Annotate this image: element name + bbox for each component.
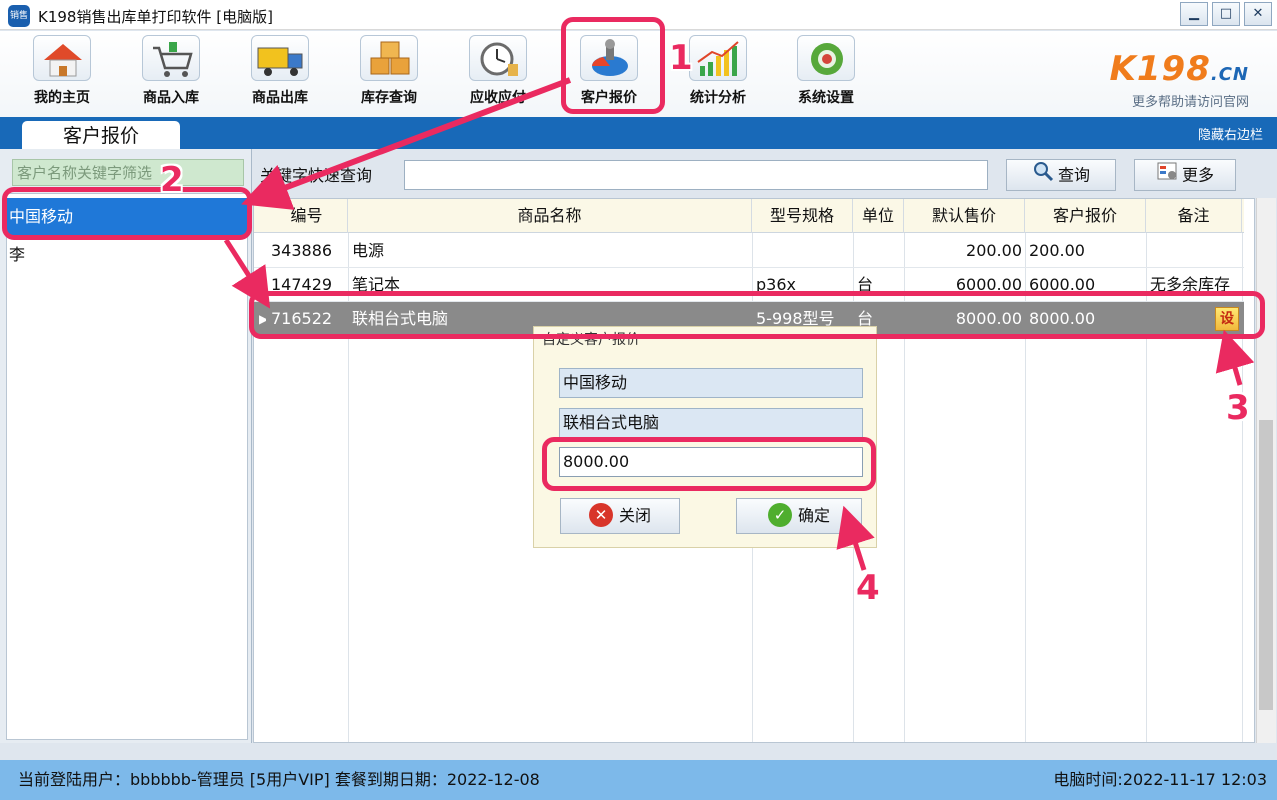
toolbar-home[interactable]: 我的主页 [16, 35, 108, 111]
toolbar-stock-out-label: 商品出库 [252, 90, 308, 106]
customer-filter-input[interactable]: 客户名称关键字筛选 [12, 159, 244, 186]
toolbar-stock-out[interactable]: 商品出库 [234, 35, 326, 111]
customer-panel: 客户名称关键字筛选 中国移动 李 [0, 149, 252, 743]
brand-block: K198.CN 更多帮助请访问官网 [1110, 49, 1249, 110]
column-header[interactable]: 默认售价 [904, 199, 1025, 233]
dialog-product-field: 联相台式电脑 [559, 408, 863, 438]
table-header: 编号 商品名称 型号规格 单位 默认售价 客户报价 备注 [254, 199, 1244, 233]
table-scrollbar-thumb[interactable] [1259, 420, 1273, 710]
more-button[interactable]: 更多 [1134, 159, 1236, 191]
check-icon: ✓ [767, 503, 792, 527]
toolbar-customer-quote-label: 客户报价 [581, 90, 637, 106]
close-icon: ✕ [588, 503, 613, 527]
customer-list: 中国移动 李 [6, 193, 248, 740]
toolbar-inventory[interactable]: 库存查询 [343, 35, 435, 111]
window-title: K198销售出库单打印软件 [电脑版] [38, 8, 273, 26]
search-label: 关键字快速查询 [260, 166, 373, 185]
hide-sidebar-link[interactable]: 隐藏右边栏 [1198, 124, 1263, 143]
app-logo-icon: 销售 [8, 5, 30, 27]
set-price-button[interactable]: 设 [1215, 307, 1239, 331]
search-icon [1032, 160, 1054, 192]
bar-chart-icon [689, 35, 747, 81]
dialog-title: 自定义客户报价 [542, 332, 640, 348]
maximize-button[interactable]: □ [1212, 2, 1240, 26]
row-pointer-icon: ▶ [256, 302, 266, 336]
dialog-confirm-button[interactable]: ✓ 确定 [736, 498, 862, 534]
dialog-customer-field: 中国移动 [559, 368, 863, 398]
toolbar-stock-in[interactable]: 商品入库 [125, 35, 217, 111]
column-header[interactable]: 备注 [1146, 199, 1242, 233]
annotation-number: 4 [856, 568, 880, 608]
query-button[interactable]: 查询 [1006, 159, 1116, 191]
status-user: 当前登陆用户：bbbbbb-管理员 [5用户VIP] 套餐到期日期：2022-1… [18, 770, 540, 789]
cart-icon [142, 35, 200, 81]
more-icon [1156, 160, 1178, 192]
annotation-number: 1 [669, 38, 693, 78]
toolbar-statistics-label: 统计分析 [690, 90, 746, 106]
close-button[interactable]: ✕ [1244, 2, 1272, 26]
custom-quote-dialog: 自定义客户报价 中国移动 联相台式电脑 8000.00 ✕ 关闭 ✓ 确定 [533, 326, 877, 548]
home-icon [33, 35, 91, 81]
toolbar-settings-label: 系统设置 [798, 90, 854, 106]
customer-item[interactable]: 中国移动 [7, 198, 247, 236]
annotation-number: 3 [1226, 388, 1250, 428]
minimize-button[interactable]: ▁ [1180, 2, 1208, 26]
annotation-number: 2 [160, 160, 184, 200]
column-header[interactable]: 单位 [853, 199, 904, 233]
tab-customer-quote[interactable]: 客户报价 [22, 121, 180, 151]
table-row[interactable]: 147429 笔记本 p36x 台 6000.00 6000.00 无多余库存 [254, 268, 1244, 302]
dialog-price-input[interactable]: 8000.00 [559, 447, 863, 477]
column-header[interactable]: 商品名称 [348, 199, 752, 233]
column-header[interactable]: 型号规格 [752, 199, 853, 233]
toolbar-receivables[interactable]: 应收应付 [452, 35, 544, 111]
toolbar-receivables-label: 应收应付 [470, 90, 526, 106]
gear-icon [797, 35, 855, 81]
search-input[interactable] [404, 160, 988, 190]
toolbar-stock-in-label: 商品入库 [143, 90, 199, 106]
title-bar: 销售 K198销售出库单打印软件 [电脑版] ▁ □ ✕ [0, 0, 1277, 30]
brand-logo[interactable]: K198.CN [1110, 49, 1249, 89]
table-row[interactable]: 343886 电源 200.00 200.00 [254, 234, 1244, 268]
boxes-icon [360, 35, 418, 81]
pie-chart-icon [580, 35, 638, 81]
status-time: 电脑时间:2022-11-17 12:03 [1053, 770, 1267, 789]
clock-icon [469, 35, 527, 81]
status-bar: 当前登陆用户：bbbbbb-管理员 [5用户VIP] 套餐到期日期：2022-1… [0, 760, 1277, 800]
truck-icon [251, 35, 309, 81]
toolbar-customer-quote[interactable]: 客户报价 [563, 35, 655, 111]
brand-logo-suffix: .CN [1210, 64, 1249, 85]
column-header[interactable]: 客户报价 [1025, 199, 1146, 233]
dialog-close-button[interactable]: ✕ 关闭 [560, 498, 680, 534]
column-header[interactable]: 编号 [266, 199, 348, 233]
brand-subtitle[interactable]: 更多帮助请访问官网 [1110, 91, 1249, 110]
tab-strip: 客户报价 隐藏右边栏 [0, 117, 1277, 151]
toolbar-settings[interactable]: 系统设置 [780, 35, 872, 111]
customer-item[interactable]: 李 [7, 236, 247, 274]
toolbar-inventory-label: 库存查询 [361, 90, 417, 106]
main-toolbar: 我的主页 商品入库 商品出库 库存查询 应收应付 客户报价 统计分析 系统设置 … [0, 31, 1277, 117]
toolbar-home-label: 我的主页 [34, 90, 90, 106]
